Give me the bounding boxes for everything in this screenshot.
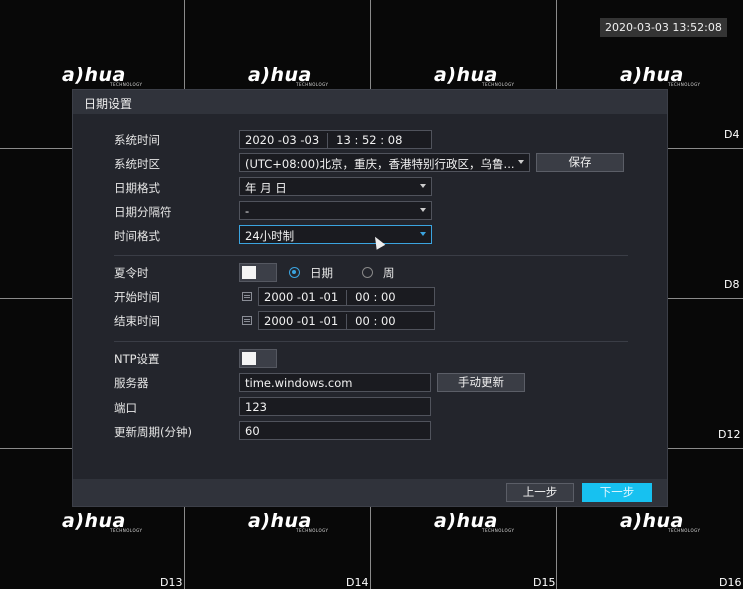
- ntp-interval-label: 更新周期(分钟): [114, 425, 192, 439]
- field-separator: [346, 314, 348, 329]
- timezone-select[interactable]: (UTC+08:00)北京，重庆，香港特别行政区，乌鲁...: [239, 153, 530, 172]
- manual-update-button[interactable]: 手动更新: [437, 373, 525, 392]
- system-time-value[interactable]: 13 : 52 : 08: [336, 133, 402, 147]
- dst-mode-week-label[interactable]: 周: [383, 265, 395, 281]
- brand-logo: a)hua TECHNOLOGY: [62, 64, 143, 87]
- chevron-down-icon: [420, 208, 426, 212]
- section-divider: [114, 255, 628, 256]
- channel-label: D16: [719, 576, 742, 589]
- chevron-down-icon: [420, 184, 426, 188]
- channel-label: D8: [724, 278, 740, 291]
- dialog-footer: 上一步 下一步: [73, 479, 667, 506]
- date-format-value: 年 月 日: [245, 181, 287, 195]
- calendar-icon[interactable]: [242, 292, 252, 301]
- brand-logo: a)hua TECHNOLOGY: [248, 64, 329, 87]
- system-time-field[interactable]: 2020 -03 -03 13 : 52 : 08: [239, 130, 432, 149]
- dst-end-time[interactable]: 00 : 00: [355, 314, 395, 328]
- date-separator-label: 日期分隔符: [114, 205, 172, 219]
- timezone-value: (UTC+08:00)北京，重庆，香港特别行政区，乌鲁...: [245, 157, 515, 171]
- brand-logo: a)hua TECHNOLOGY: [620, 64, 701, 87]
- chevron-down-icon: [420, 232, 426, 236]
- date-separator-select[interactable]: -: [239, 201, 432, 220]
- prev-button[interactable]: 上一步: [506, 483, 574, 502]
- dst-mode-date-label[interactable]: 日期: [310, 265, 333, 281]
- system-date-value[interactable]: 2020 -03 -03: [245, 133, 319, 147]
- next-button[interactable]: 下一步: [582, 483, 652, 502]
- ntp-toggle[interactable]: [239, 349, 277, 368]
- date-separator-value: -: [245, 204, 250, 218]
- dst-mode-week-radio[interactable]: [362, 267, 373, 278]
- toggle-knob: [242, 352, 256, 365]
- system-time-label: 系统时间: [114, 133, 160, 147]
- calendar-icon[interactable]: [242, 316, 252, 325]
- system-timezone-label: 系统时区: [114, 157, 160, 171]
- dialog-title: 日期设置: [73, 90, 667, 114]
- brand-logo: a)hua TECHNOLOGY: [434, 510, 515, 533]
- field-separator: [346, 290, 348, 305]
- ntp-port-input[interactable]: 123: [239, 397, 431, 416]
- dst-mode-date-radio[interactable]: [289, 267, 300, 278]
- ntp-server-label: 服务器: [114, 376, 149, 390]
- channel-label: D13: [160, 576, 183, 589]
- brand-logo: a)hua TECHNOLOGY: [62, 510, 143, 533]
- channel-label: D12: [718, 428, 741, 441]
- dst-end-field[interactable]: 2000 -01 -01 00 : 00: [258, 311, 435, 330]
- ntp-label: NTP设置: [114, 352, 160, 366]
- time-format-label: 时间格式: [114, 229, 160, 243]
- field-separator: [327, 133, 329, 148]
- dst-label: 夏令时: [114, 266, 149, 280]
- time-format-select[interactable]: 24小时制: [239, 225, 432, 244]
- dst-start-field[interactable]: 2000 -01 -01 00 : 00: [258, 287, 435, 306]
- dst-end-label: 结束时间: [114, 314, 160, 328]
- osd-clock: 2020-03-03 13:52:08: [600, 18, 727, 37]
- dst-start-time[interactable]: 00 : 00: [355, 290, 395, 304]
- date-settings-dialog: 日期设置 系统时间 2020 -03 -03 13 : 52 : 08 系统时区 …: [72, 89, 668, 507]
- chevron-down-icon: [518, 160, 524, 164]
- dst-toggle[interactable]: [239, 263, 277, 282]
- ntp-port-label: 端口: [114, 401, 137, 415]
- ntp-server-input[interactable]: time.windows.com: [239, 373, 431, 392]
- dst-start-label: 开始时间: [114, 290, 160, 304]
- section-divider: [114, 341, 628, 342]
- ntp-interval-input[interactable]: 60: [239, 421, 431, 440]
- brand-logo: a)hua TECHNOLOGY: [434, 64, 515, 87]
- channel-label: D14: [346, 576, 369, 589]
- dst-start-date[interactable]: 2000 -01 -01: [264, 290, 338, 304]
- date-format-select[interactable]: 年 月 日: [239, 177, 432, 196]
- brand-logo: a)hua TECHNOLOGY: [620, 510, 701, 533]
- brand-logo: a)hua TECHNOLOGY: [248, 510, 329, 533]
- channel-label: D4: [724, 128, 740, 141]
- save-button[interactable]: 保存: [536, 153, 624, 172]
- time-format-value: 24小时制: [245, 229, 295, 243]
- channel-label: D15: [533, 576, 556, 589]
- date-format-label: 日期格式: [114, 181, 160, 195]
- toggle-knob: [242, 266, 256, 279]
- dst-end-date[interactable]: 2000 -01 -01: [264, 314, 338, 328]
